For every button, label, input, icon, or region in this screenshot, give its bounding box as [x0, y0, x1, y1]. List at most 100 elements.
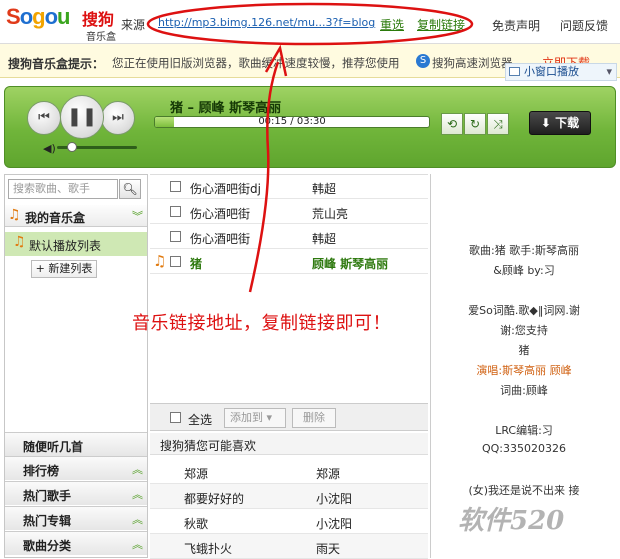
lyric-line: LRC编辑:习: [495, 424, 553, 437]
top-bar: Sogou 搜狗 音乐盒 来源 http://mp3.bimg.126.net/…: [0, 0, 620, 44]
add-to-dropdown[interactable]: 添加到 ▾: [224, 408, 286, 428]
search-icon: 🔍︎: [122, 182, 138, 196]
progress-bar[interactable]: 00:15 / 03:30: [154, 116, 430, 128]
sogou-browser-icon: S: [416, 54, 430, 68]
shuffle-icon: ⤨: [493, 117, 503, 131]
chevron-down-icon: ︾: [132, 210, 143, 223]
section-hot-singers[interactable]: 热门歌手 ︽: [5, 481, 147, 505]
default-playlist-label: 默认播放列表: [29, 239, 102, 253]
music-note-icon: ♫: [13, 234, 26, 250]
search-button[interactable]: 🔍︎: [119, 179, 141, 199]
lyric-line: 谢:您支持: [500, 324, 548, 337]
table-row[interactable]: 伤心酒吧街 韩超: [150, 225, 428, 249]
sogou-logo[interactable]: Sogou 搜狗 音乐盒: [6, 4, 118, 43]
reselect-link[interactable]: 重选: [380, 16, 404, 33]
search-input[interactable]: 搜索歌曲、歌手: [8, 179, 118, 199]
select-all-checkbox[interactable]: [170, 412, 181, 423]
list-item[interactable]: 飞蛾扑火 雨天: [150, 534, 428, 559]
tip-message: 您正在使用旧版浏览器，歌曲缓冲速度较慢，推荐您使用: [112, 56, 400, 70]
source-url-link[interactable]: http://mp3.bimg.126.net/mu...3?f=blog: [158, 16, 375, 29]
copy-link-button[interactable]: 复制链接: [417, 16, 465, 33]
lyric-line: 猪: [518, 344, 530, 357]
section-categories[interactable]: 歌曲分类 ︽: [5, 531, 147, 555]
playlist-panel: 伤心酒吧街dj 韩超 伤心酒吧街 荒山亮 伤心酒吧街 韩超 ♫ 猪顾峰 斯琴高丽 全选 …: [150, 174, 428, 559]
volume-icon: ◀): [43, 142, 56, 155]
rec-artist: 小沈阳: [316, 492, 353, 506]
pause-icon: ❚❚: [66, 106, 98, 127]
recommend-header: 搜狗猜您可能喜欢: [150, 433, 428, 455]
playing-note-icon: ♫: [153, 252, 167, 270]
section-label: 随便听几首: [23, 440, 84, 454]
feedback-link[interactable]: 问题反馈: [560, 17, 608, 34]
rec-title: 飞蛾扑火: [184, 542, 233, 556]
disclaimer-link[interactable]: 免责声明: [492, 17, 540, 34]
single-loop-button[interactable]: ↻: [464, 113, 486, 135]
loop-icon: ⟲: [446, 117, 458, 131]
my-music-box-header[interactable]: ♫ 我的音乐盒 ︾: [5, 205, 147, 227]
section-label: 歌曲分类: [23, 539, 72, 553]
mini-window-label: 小窗口播放: [524, 65, 579, 78]
download-button[interactable]: ⬇ 下载: [529, 111, 591, 135]
lyric-line: 歌曲:猪 歌手:斯琴高丽: [469, 244, 579, 257]
section-label: 热门歌手: [23, 489, 72, 503]
window-icon: [509, 67, 520, 76]
lyric-line: &顾峰 by:习: [493, 264, 555, 277]
table-row[interactable]: 伤心酒吧街 荒山亮: [150, 200, 428, 224]
chevron-down-icon: ▾: [266, 411, 273, 424]
loop-mode-button[interactable]: ⟲: [441, 113, 463, 135]
row-checkbox[interactable]: [170, 256, 181, 267]
sidebar: 搜索歌曲、歌手 🔍︎ ♫ 我的音乐盒 ︾ ♫ 默认播放列表 + 新建列表 随便听…: [4, 174, 148, 558]
download-icon: ⬇: [540, 116, 551, 130]
list-item[interactable]: 郑源 郑源: [150, 459, 428, 484]
my-music-box-label: 我的音乐盒: [25, 211, 86, 225]
section-label: 排行榜: [23, 464, 60, 478]
table-row-current[interactable]: ♫ 猪 顾峰 斯琴高丽: [150, 250, 428, 274]
logo-cn: 搜狗: [82, 10, 115, 29]
source-label: 来源: [121, 18, 146, 32]
chevron-up-icon: ︽: [132, 513, 143, 526]
list-item[interactable]: 秋歌 小沈阳: [150, 509, 428, 534]
row-checkbox[interactable]: [170, 181, 181, 192]
repeat-one-icon: ↻: [469, 117, 481, 131]
sidebar-item-default-playlist[interactable]: ♫ 默认播放列表: [5, 232, 147, 256]
music-note-icon: ♫: [8, 207, 21, 223]
prev-button[interactable]: ⏮: [27, 101, 61, 135]
lyric-line: 爱So词酷.歌◆‖词网.谢: [468, 304, 580, 317]
player-panel: ⏮ ⏭ ❚❚ ◀) 猪 – 顾峰 斯琴高丽 00:15 / 03:30 ⟲ ↻ …: [4, 86, 616, 168]
row-checkbox[interactable]: [170, 231, 181, 242]
rec-artist: 小沈阳: [316, 517, 353, 531]
tip-title: 搜狗音乐盒提示：: [8, 57, 105, 71]
section-hot-albums[interactable]: 热门专辑 ︽: [5, 506, 147, 530]
new-playlist-button[interactable]: + 新建列表: [31, 260, 97, 278]
list-item[interactable]: 都要好好的 小沈阳: [150, 484, 428, 509]
delete-button[interactable]: 删除: [292, 408, 336, 428]
song-title: 伤心酒吧街: [190, 207, 251, 221]
chevron-up-icon: ︽: [132, 463, 143, 476]
logo-sub: 音乐盒: [86, 32, 116, 43]
row-checkbox[interactable]: [170, 206, 181, 217]
chevron-up-icon: ︽: [132, 488, 143, 501]
rec-title: 都要好好的: [184, 492, 245, 506]
section-charts[interactable]: 排行榜 ︽: [5, 456, 147, 480]
play-time: 00:15 / 03:30: [258, 116, 326, 127]
volume-knob[interactable]: [66, 142, 77, 152]
add-to-label: 添加到: [230, 411, 263, 424]
watermark: 软件520: [458, 506, 565, 536]
playlist-toolbar: 全选 添加到 ▾ 删除: [150, 403, 428, 431]
pause-button[interactable]: ❚❚: [60, 95, 104, 139]
section-random[interactable]: 随便听几首: [5, 432, 147, 456]
lyric-line-current: 演唱:斯琴高丽 顾峰: [476, 364, 572, 377]
shuffle-button[interactable]: ⤨: [487, 113, 509, 135]
table-row[interactable]: 伤心酒吧街dj 韩超: [150, 175, 428, 199]
rec-artist: 雨天: [316, 542, 341, 556]
tip-text: 您正在使用旧版浏览器，歌曲缓冲速度较慢，推荐您使用: [112, 55, 400, 71]
song-artist: 顾峰 斯琴高丽: [312, 257, 389, 271]
song-artist: 韩超: [312, 232, 337, 246]
next-button[interactable]: ⏭: [101, 101, 135, 135]
select-all-label: 全选: [188, 413, 213, 427]
annotation-text: 音乐链接地址，复制链接即可！: [132, 313, 391, 334]
mini-window-play-button[interactable]: 小窗口播放 ▾: [505, 63, 617, 81]
song-artist: 韩超: [312, 182, 337, 196]
now-playing-title: 猪 – 顾峰 斯琴高丽: [170, 101, 282, 116]
song-title: 伤心酒吧街: [190, 232, 251, 246]
